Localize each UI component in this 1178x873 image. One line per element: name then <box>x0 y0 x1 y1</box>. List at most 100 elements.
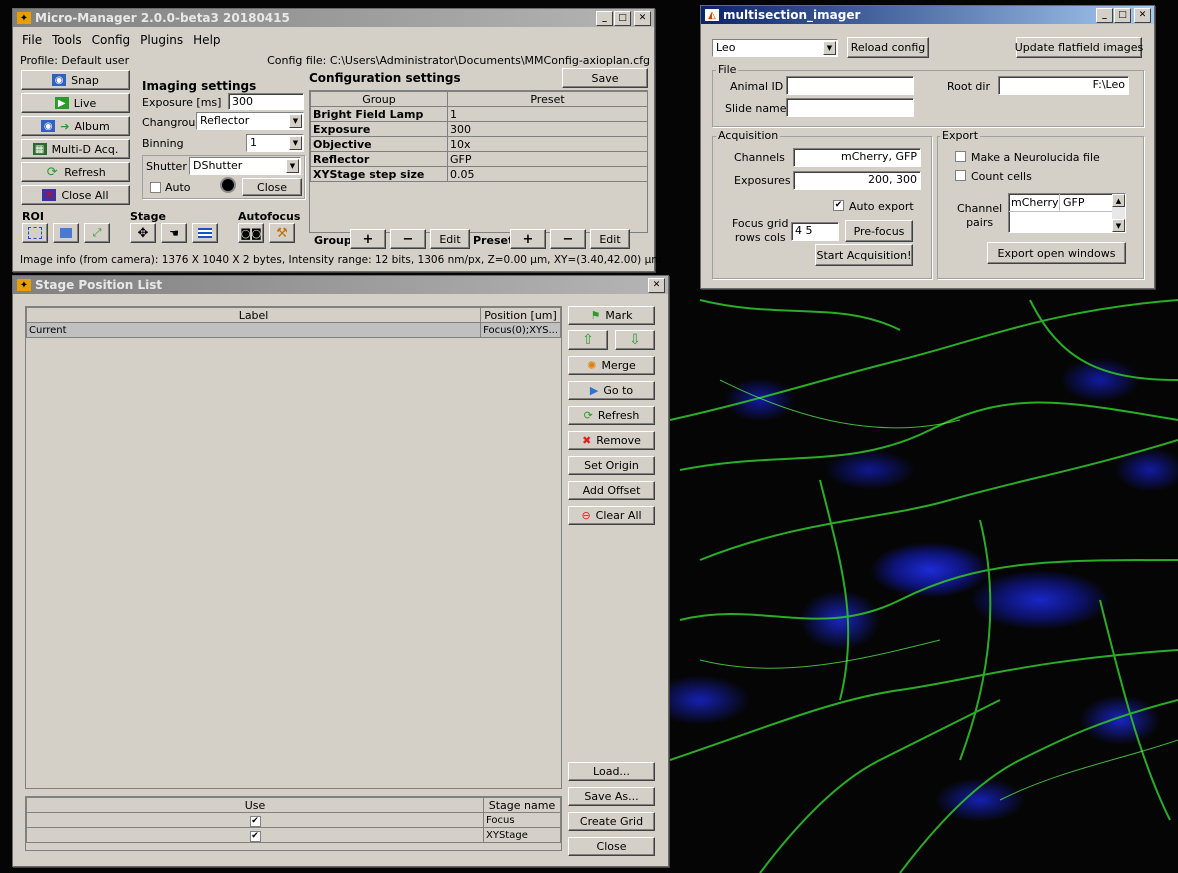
clear-all-button[interactable]: ⊖ Clear All <box>568 506 655 525</box>
binning-label: Binning <box>142 137 184 150</box>
animal-id-input[interactable] <box>786 76 914 95</box>
channels-input[interactable]: mCherry, GFP <box>793 148 921 167</box>
use-xystage-checkbox[interactable]: ✔ <box>249 831 261 842</box>
spl-titlebar[interactable]: ✦ Stage Position List ✕ <box>13 276 668 294</box>
export-open-windows-button[interactable]: Export open windows <box>987 242 1126 264</box>
table-row[interactable]: ✔ Focus <box>26 812 561 828</box>
table-row[interactable]: ✔ XYStage <box>26 827 561 843</box>
update-flatfield-button[interactable]: Update flatfield images <box>1015 37 1143 58</box>
menu-file[interactable]: File <box>22 33 42 47</box>
create-grid-button[interactable]: Create Grid <box>568 812 655 831</box>
close-all-button[interactable]: ✕ Close All <box>21 185 130 205</box>
group-add-button[interactable]: + <box>350 229 386 249</box>
changroup-select[interactable]: Reflector ▼ <box>196 112 304 130</box>
channel-pairs-table[interactable]: mCherry GFP <box>1008 193 1126 233</box>
table-row[interactable]: Reflector GFP <box>310 151 648 167</box>
menu-plugins[interactable]: Plugins <box>140 33 183 47</box>
shutter-select[interactable]: DShutter ▼ <box>189 157 301 175</box>
refresh-icon: ⟳ <box>46 164 58 180</box>
config-select[interactable]: Leo ▼ <box>712 39 838 57</box>
wrench-icon: ⚒ <box>276 225 288 241</box>
menu-tools[interactable]: Tools <box>52 33 82 47</box>
add-offset-button[interactable]: Add Offset <box>568 481 655 500</box>
set-origin-button[interactable]: Set Origin <box>568 456 655 475</box>
auto-export-checkbox[interactable]: ✔ <box>833 200 844 211</box>
stage-control-button[interactable]: ✥ <box>130 223 156 243</box>
config-save-button[interactable]: Save <box>562 68 648 88</box>
exposures-input[interactable]: 200, 300 <box>793 171 921 190</box>
close-icon[interactable]: ✕ <box>1134 7 1151 23</box>
group-remove-button[interactable]: − <box>390 229 426 249</box>
stages-header-name[interactable]: Stage name <box>483 797 561 813</box>
neurolucida-checkbox[interactable] <box>955 151 966 162</box>
maximize-icon[interactable]: □ <box>1114 7 1131 23</box>
scroll-down-icon[interactable]: ▼ <box>1112 219 1125 232</box>
multi-d-acq-button[interactable]: ▦ Multi-D Acq. <box>21 139 130 159</box>
autofocus-settings-button[interactable]: ⚒ <box>269 223 295 243</box>
minimize-icon[interactable]: _ <box>596 10 613 26</box>
slide-name-input[interactable] <box>786 98 914 117</box>
exposure-input[interactable]: 300 <box>228 93 304 110</box>
auto-shutter-checkbox[interactable] <box>150 182 161 193</box>
album-button[interactable]: ◉ ➔ Album <box>21 116 130 136</box>
refresh-positions-button[interactable]: ⟳ Refresh <box>568 406 655 425</box>
config-settings-title: Configuration settings <box>309 71 461 85</box>
binning-select[interactable]: 1 ▼ <box>246 134 304 152</box>
pair-cell[interactable]: mCherry <box>1009 194 1060 211</box>
merge-button[interactable]: ✺ Merge <box>568 356 655 375</box>
roi-center-button[interactable] <box>53 223 79 243</box>
refresh-button[interactable]: ⟳ Refresh <box>21 162 130 182</box>
table-row[interactable]: Bright Field Lamp 1 <box>310 106 648 122</box>
preset-add-button[interactable]: + <box>510 229 546 249</box>
roi-expand-icon: ⤢ <box>92 226 102 239</box>
table-row[interactable]: Objective 10x <box>310 136 648 152</box>
group-edit-button[interactable]: Edit <box>430 229 470 249</box>
save-as-button[interactable]: Save As... <box>568 787 655 806</box>
use-focus-checkbox[interactable]: ✔ <box>249 816 261 827</box>
close-icon[interactable]: ✕ <box>634 10 651 26</box>
preset-edit-button[interactable]: Edit <box>590 229 630 249</box>
pre-focus-button[interactable]: Pre-focus <box>845 220 913 242</box>
stage-list-button[interactable] <box>192 223 218 243</box>
autofocus-label: Autofocus <box>238 210 301 223</box>
pairs-scrollbar[interactable]: ▲ ▼ <box>1112 194 1125 232</box>
close-icon[interactable]: ✕ <box>648 277 665 293</box>
spl-close-button[interactable]: Close <box>568 837 655 856</box>
root-dir-input[interactable]: F:\Leo <box>998 76 1129 95</box>
autofocus-run-button[interactable]: ◙◙ <box>238 223 264 243</box>
mark-button[interactable]: ⚑ Mark <box>568 306 655 325</box>
preset-remove-button[interactable]: − <box>550 229 586 249</box>
roi-set-button[interactable] <box>22 223 48 243</box>
go-to-button[interactable]: ▶ Go to <box>568 381 655 400</box>
scroll-up-icon[interactable]: ▲ <box>1112 194 1125 207</box>
positions-header-label[interactable]: Label <box>25 307 482 323</box>
stage-drag-button[interactable]: ☚ <box>161 223 187 243</box>
focus-grid-input[interactable]: 4 5 <box>791 222 839 241</box>
live-button[interactable]: ▶ Live <box>21 93 130 113</box>
reload-config-button[interactable]: Reload config <box>847 37 929 58</box>
move-down-button[interactable]: ⇩ <box>615 330 655 350</box>
mm-titlebar[interactable]: ✦ Micro-Manager 2.0.0-beta3 20180415 _ □… <box>13 9 654 27</box>
msi-titlebar[interactable]: ◭ multisection_imager _ □ ✕ <box>701 6 1154 24</box>
table-row[interactable]: Current Focus(0);XYS... <box>25 322 561 338</box>
positions-header-position[interactable]: Position [um] <box>480 307 561 323</box>
config-header-preset[interactable]: Preset <box>447 91 648 107</box>
menu-config[interactable]: Config <box>92 33 131 47</box>
minimize-icon[interactable]: _ <box>1096 7 1113 23</box>
start-acquisition-button[interactable]: Start Acquisition! <box>815 244 913 266</box>
maximize-icon[interactable]: □ <box>614 10 631 26</box>
table-row[interactable]: XYStage step size 0.05 <box>310 166 648 182</box>
table-row[interactable]: Exposure 300 <box>310 121 648 137</box>
move-up-button[interactable]: ⇧ <box>568 330 608 350</box>
count-cells-checkbox[interactable] <box>955 170 966 181</box>
shutter-close-button[interactable]: Close <box>242 178 302 196</box>
pair-cell[interactable]: GFP <box>1060 194 1084 211</box>
config-header-group[interactable]: Group <box>310 91 448 107</box>
binoculars-icon: ◙◙ <box>240 226 262 240</box>
stages-header-use[interactable]: Use <box>26 797 484 813</box>
roi-full-button[interactable]: ⤢ <box>84 223 110 243</box>
snap-button[interactable]: ◉ Snap <box>21 70 130 90</box>
remove-button[interactable]: ✖ Remove <box>568 431 655 450</box>
load-button[interactable]: Load... <box>568 762 655 781</box>
menu-help[interactable]: Help <box>193 33 220 47</box>
